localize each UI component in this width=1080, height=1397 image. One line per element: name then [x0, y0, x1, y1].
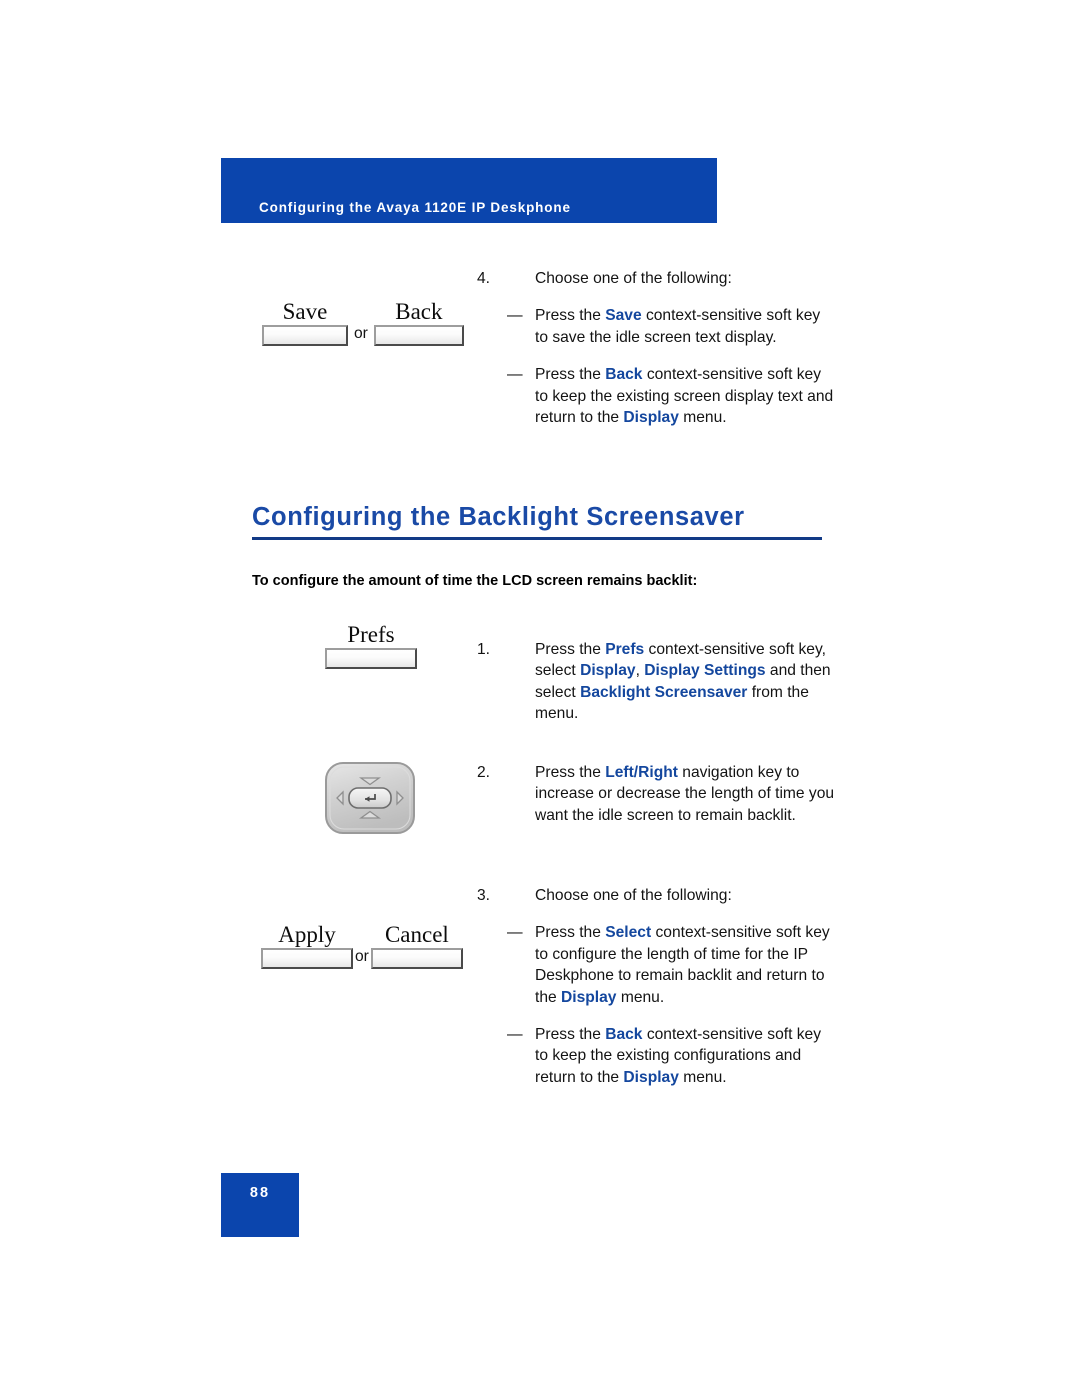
running-header-banner: Configuring the Avaya 1120E IP Deskphone [221, 158, 717, 223]
bullet-dash-icon: — [507, 924, 523, 942]
section-heading-rule [252, 537, 822, 540]
step-4: 4. Choose one of the following: — Press … [477, 268, 837, 428]
bullet-dash-icon: — [507, 307, 523, 325]
softkey-apply-label: Apply [278, 922, 336, 947]
step-4-text: Choose one of the following: [535, 270, 732, 287]
section-heading: Configuring the Backlight Screensaver [252, 503, 822, 540]
softkey-back[interactable]: Back [373, 299, 464, 346]
softkey-group-save-back: Save or Back [262, 299, 464, 346]
step-3-bullet-1-text: Press the Select context-sensitive soft … [535, 924, 830, 1006]
step-4-bullet-2: — Press the Back context-sensitive soft … [477, 364, 837, 428]
step-1: 1. Press the Prefs context-sensitive sof… [477, 639, 837, 725]
softkey-cancel-label: Cancel [384, 922, 449, 947]
step-3-bullet-2: — Press the Back context-sensitive soft … [477, 1024, 847, 1088]
navigation-key-graphic[interactable] [323, 760, 417, 836]
softkey-cancel[interactable]: Cancel [370, 922, 463, 969]
step-3-text: Choose one of the following: [535, 887, 732, 904]
softkey-save-button[interactable] [262, 325, 348, 346]
or-separator-2: or [355, 948, 369, 965]
page-number: 88 [249, 1185, 271, 1201]
step-4-bullet-1: — Press the Save context-sensitive soft … [477, 305, 837, 348]
page-number-box: 88 [221, 1173, 299, 1237]
softkey-apply-button[interactable] [261, 948, 353, 969]
or-separator-1: or [354, 325, 368, 342]
step-2: 2. Press the Left/Right navigation key t… [477, 762, 847, 826]
step-4-bullet-1-text: Press the Save context-sensitive soft ke… [535, 307, 821, 346]
softkey-back-label: Back [395, 299, 443, 324]
step-4-number: 4. [477, 270, 491, 287]
bullet-dash-icon: — [507, 366, 523, 384]
step-1-text: Press the Prefs context-sensitive soft k… [535, 641, 831, 723]
running-header-title: Configuring the Avaya 1120E IP Deskphone [259, 200, 571, 215]
step-2-number: 2. [477, 764, 491, 781]
step-1-number: 1. [477, 641, 491, 658]
softkey-cancel-button[interactable] [370, 948, 463, 969]
step-2-text: Press the Left/Right navigation key to i… [535, 764, 835, 824]
section-subheading: To configure the amount of time the LCD … [252, 573, 698, 589]
softkey-save-label: Save [282, 299, 328, 324]
softkey-group-apply-cancel: Apply or Cancel [261, 922, 463, 969]
softkey-prefs-button[interactable] [325, 648, 417, 669]
softkey-apply[interactable]: Apply [261, 922, 353, 969]
bullet-dash-icon: — [507, 1026, 523, 1044]
softkey-prefs-label: Prefs [347, 622, 395, 647]
step-3-bullet-1: — Press the Select context-sensitive sof… [477, 922, 847, 1008]
step-3: 3. Choose one of the following: — Press … [477, 885, 847, 1088]
step-4-bullet-2-text: Press the Back context-sensitive soft ke… [535, 366, 834, 427]
softkey-back-button[interactable] [373, 325, 464, 346]
navigation-cluster-icon [325, 762, 415, 834]
step-3-bullet-2-text: Press the Back context-sensitive soft ke… [535, 1026, 822, 1086]
softkey-prefs[interactable]: Prefs [325, 622, 417, 669]
step-3-number: 3. [477, 887, 491, 904]
section-heading-title: Configuring the Backlight Screensaver [252, 503, 745, 531]
softkey-group-prefs: Prefs [325, 622, 417, 669]
softkey-save[interactable]: Save [262, 299, 348, 346]
